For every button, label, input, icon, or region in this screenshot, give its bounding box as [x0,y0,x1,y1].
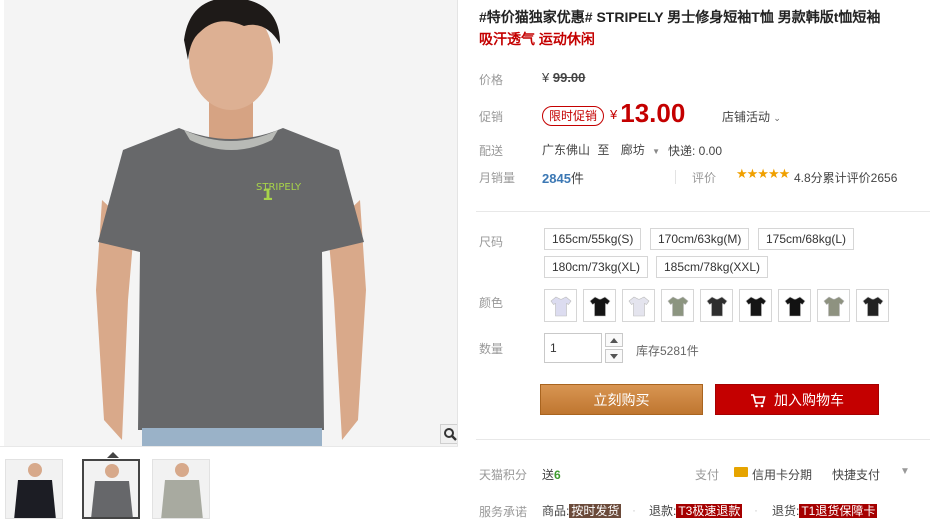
rating-stars-icon: ★★★★★ [736,166,790,181]
cart-icon [751,394,766,408]
size-option-l[interactable]: 175cm/68kg(L) [758,228,855,250]
tshirt-icon [862,296,883,316]
color-swatch[interactable] [661,289,694,322]
buy-now-button[interactable]: 立刻购买 [540,384,703,415]
shipping-route[interactable]: 广东佛山 至 廊坊 ▼ [542,141,660,158]
add-to-cart-label: 加入购物车 [774,392,844,408]
promo-badge: 限时促销 [542,106,605,126]
thumbnail-pointer-icon [107,452,119,458]
points-number: 6 [554,468,561,482]
triangle-down-icon: ▼ [652,147,660,156]
original-price-currency: ¥ [542,70,550,85]
color-swatch[interactable] [622,289,655,322]
color-swatch[interactable] [778,289,811,322]
divider [675,170,676,184]
shipping-destination: 廊坊 [620,143,645,157]
price-label: 价格 [479,73,504,87]
points-prefix: 送 [542,468,555,482]
quantity-input[interactable]: 1 [544,333,602,363]
size-option-xl[interactable]: 180cm/73kg(XL) [544,256,649,278]
stock-count: 库存5281件 [636,344,699,358]
color-swatch[interactable] [856,289,889,322]
shop-activity-label: 店铺活动 [722,110,771,124]
tshirt-icon [745,296,766,316]
thumbnail-light-grey[interactable] [152,459,210,519]
color-swatch[interactable] [544,289,577,322]
size-label: 尺码 [479,235,504,249]
quantity-label: 数量 [479,342,504,356]
payment-installment[interactable]: 信用卡分期 [752,466,812,483]
section-divider [476,439,930,440]
monthly-sales-count: 2845 [542,171,571,186]
original-price-value: 99.00 [552,70,586,85]
monthly-sales-unit: 件 [570,171,584,186]
shipping-to-word: 至 [597,143,610,157]
color-swatch[interactable] [817,289,850,322]
service-ontime-prefix: 商品: [542,504,570,518]
service-refund-badge: T3极速退款 [676,504,743,518]
current-price-value: 13.00 [620,98,686,128]
service-refund-prefix: 退款: [649,504,677,518]
tshirt-icon [628,296,649,316]
promo-label: 促销 [479,110,504,124]
thumbnail-black[interactable] [5,459,63,519]
payment-label: 支付 [695,468,720,482]
shipping-label: 配送 [479,144,504,158]
add-to-cart-button[interactable]: 加入购物车 [715,384,879,415]
chevron-down-icon: ⌄ [773,113,781,123]
service-ontime-badge: 按时发货 [569,504,622,518]
color-label: 颜色 [479,296,504,310]
current-price-currency: ¥ [610,107,618,122]
size-option-xxl[interactable]: 185cm/78kg(XXL) [656,256,769,278]
chevron-up-icon [610,337,618,343]
service-ontime-delivery[interactable]: 商品: 按时发货 [542,502,622,519]
size-option-m[interactable]: 170cm/63kg(M) [650,228,750,250]
main-product-image[interactable]: STRIPELY 1 [4,0,458,446]
points-value: 送6 [542,466,561,483]
quantity-decrease-button[interactable] [605,349,623,363]
tshirt-icon [589,296,610,316]
size-option-s[interactable]: 165cm/55kg(S) [544,228,642,250]
current-price: ¥13.00 [610,98,685,129]
quantity-increase-button[interactable] [605,333,623,347]
service-return-badge: T1退货保障卡 [799,504,878,518]
shirt-logo-number: 1 [262,185,273,204]
credit-card-icon [734,467,748,477]
price-section: 价格 ¥ 99.00 促销 限时促销 ¥13.00 店铺活动 ⌄ 配送 广东佛山… [476,56,930,194]
shop-activity-dropdown[interactable]: 店铺活动 ⌄ [722,108,781,125]
payment-quick-pay[interactable]: 快捷支付 [832,466,880,483]
tshirt-icon [784,296,805,316]
product-subtitle: 吸汗透气 运动休闲 [479,31,595,47]
separator-dot: · [632,503,636,517]
tshirt-icon [550,296,571,316]
zoom-icon[interactable] [440,424,457,444]
shipping-fee: 快递: 0.00 [668,144,723,158]
thumbnail-strip [0,446,458,525]
original-price: ¥ 99.00 [542,70,585,85]
color-swatch[interactable] [700,289,733,322]
rating-label: 评价 [692,171,717,185]
separator-dot: · [754,503,758,517]
monthly-sales-label: 月销量 [479,171,516,185]
tshirt-icon [706,296,727,316]
monthly-sales: 2845件 [542,168,584,187]
points-label: 天猫积分 [479,468,528,482]
model-photo: STRIPELY 1 [4,0,457,446]
chevron-down-icon [610,353,618,359]
rating-summary[interactable]: 4.8分累计评价2656 [794,169,897,186]
payment-more-icon[interactable]: ▼ [900,466,910,477]
color-swatch[interactable] [739,289,772,322]
services-label: 服务承诺 [479,505,528,519]
service-fast-refund[interactable]: 退款: T3极速退款 [649,502,743,519]
section-divider [476,211,930,212]
service-return-card[interactable]: 退货: T1退货保障卡 [772,502,878,519]
product-info-panel: #特价猫独家优惠# STRIPELY 男士修身短袖T恤 男款韩版t恤短袖 吸汗透… [476,0,930,525]
product-title: #特价猫独家优惠# STRIPELY 男士修身短袖T恤 男款韩版t恤短袖 [479,9,881,25]
color-swatch[interactable] [583,289,616,322]
shipping-from: 广东佛山 [542,143,591,157]
thumbnail-grey[interactable] [82,459,140,519]
tshirt-icon [667,296,688,316]
service-return-prefix: 退货: [772,504,800,518]
tshirt-icon [823,296,844,316]
